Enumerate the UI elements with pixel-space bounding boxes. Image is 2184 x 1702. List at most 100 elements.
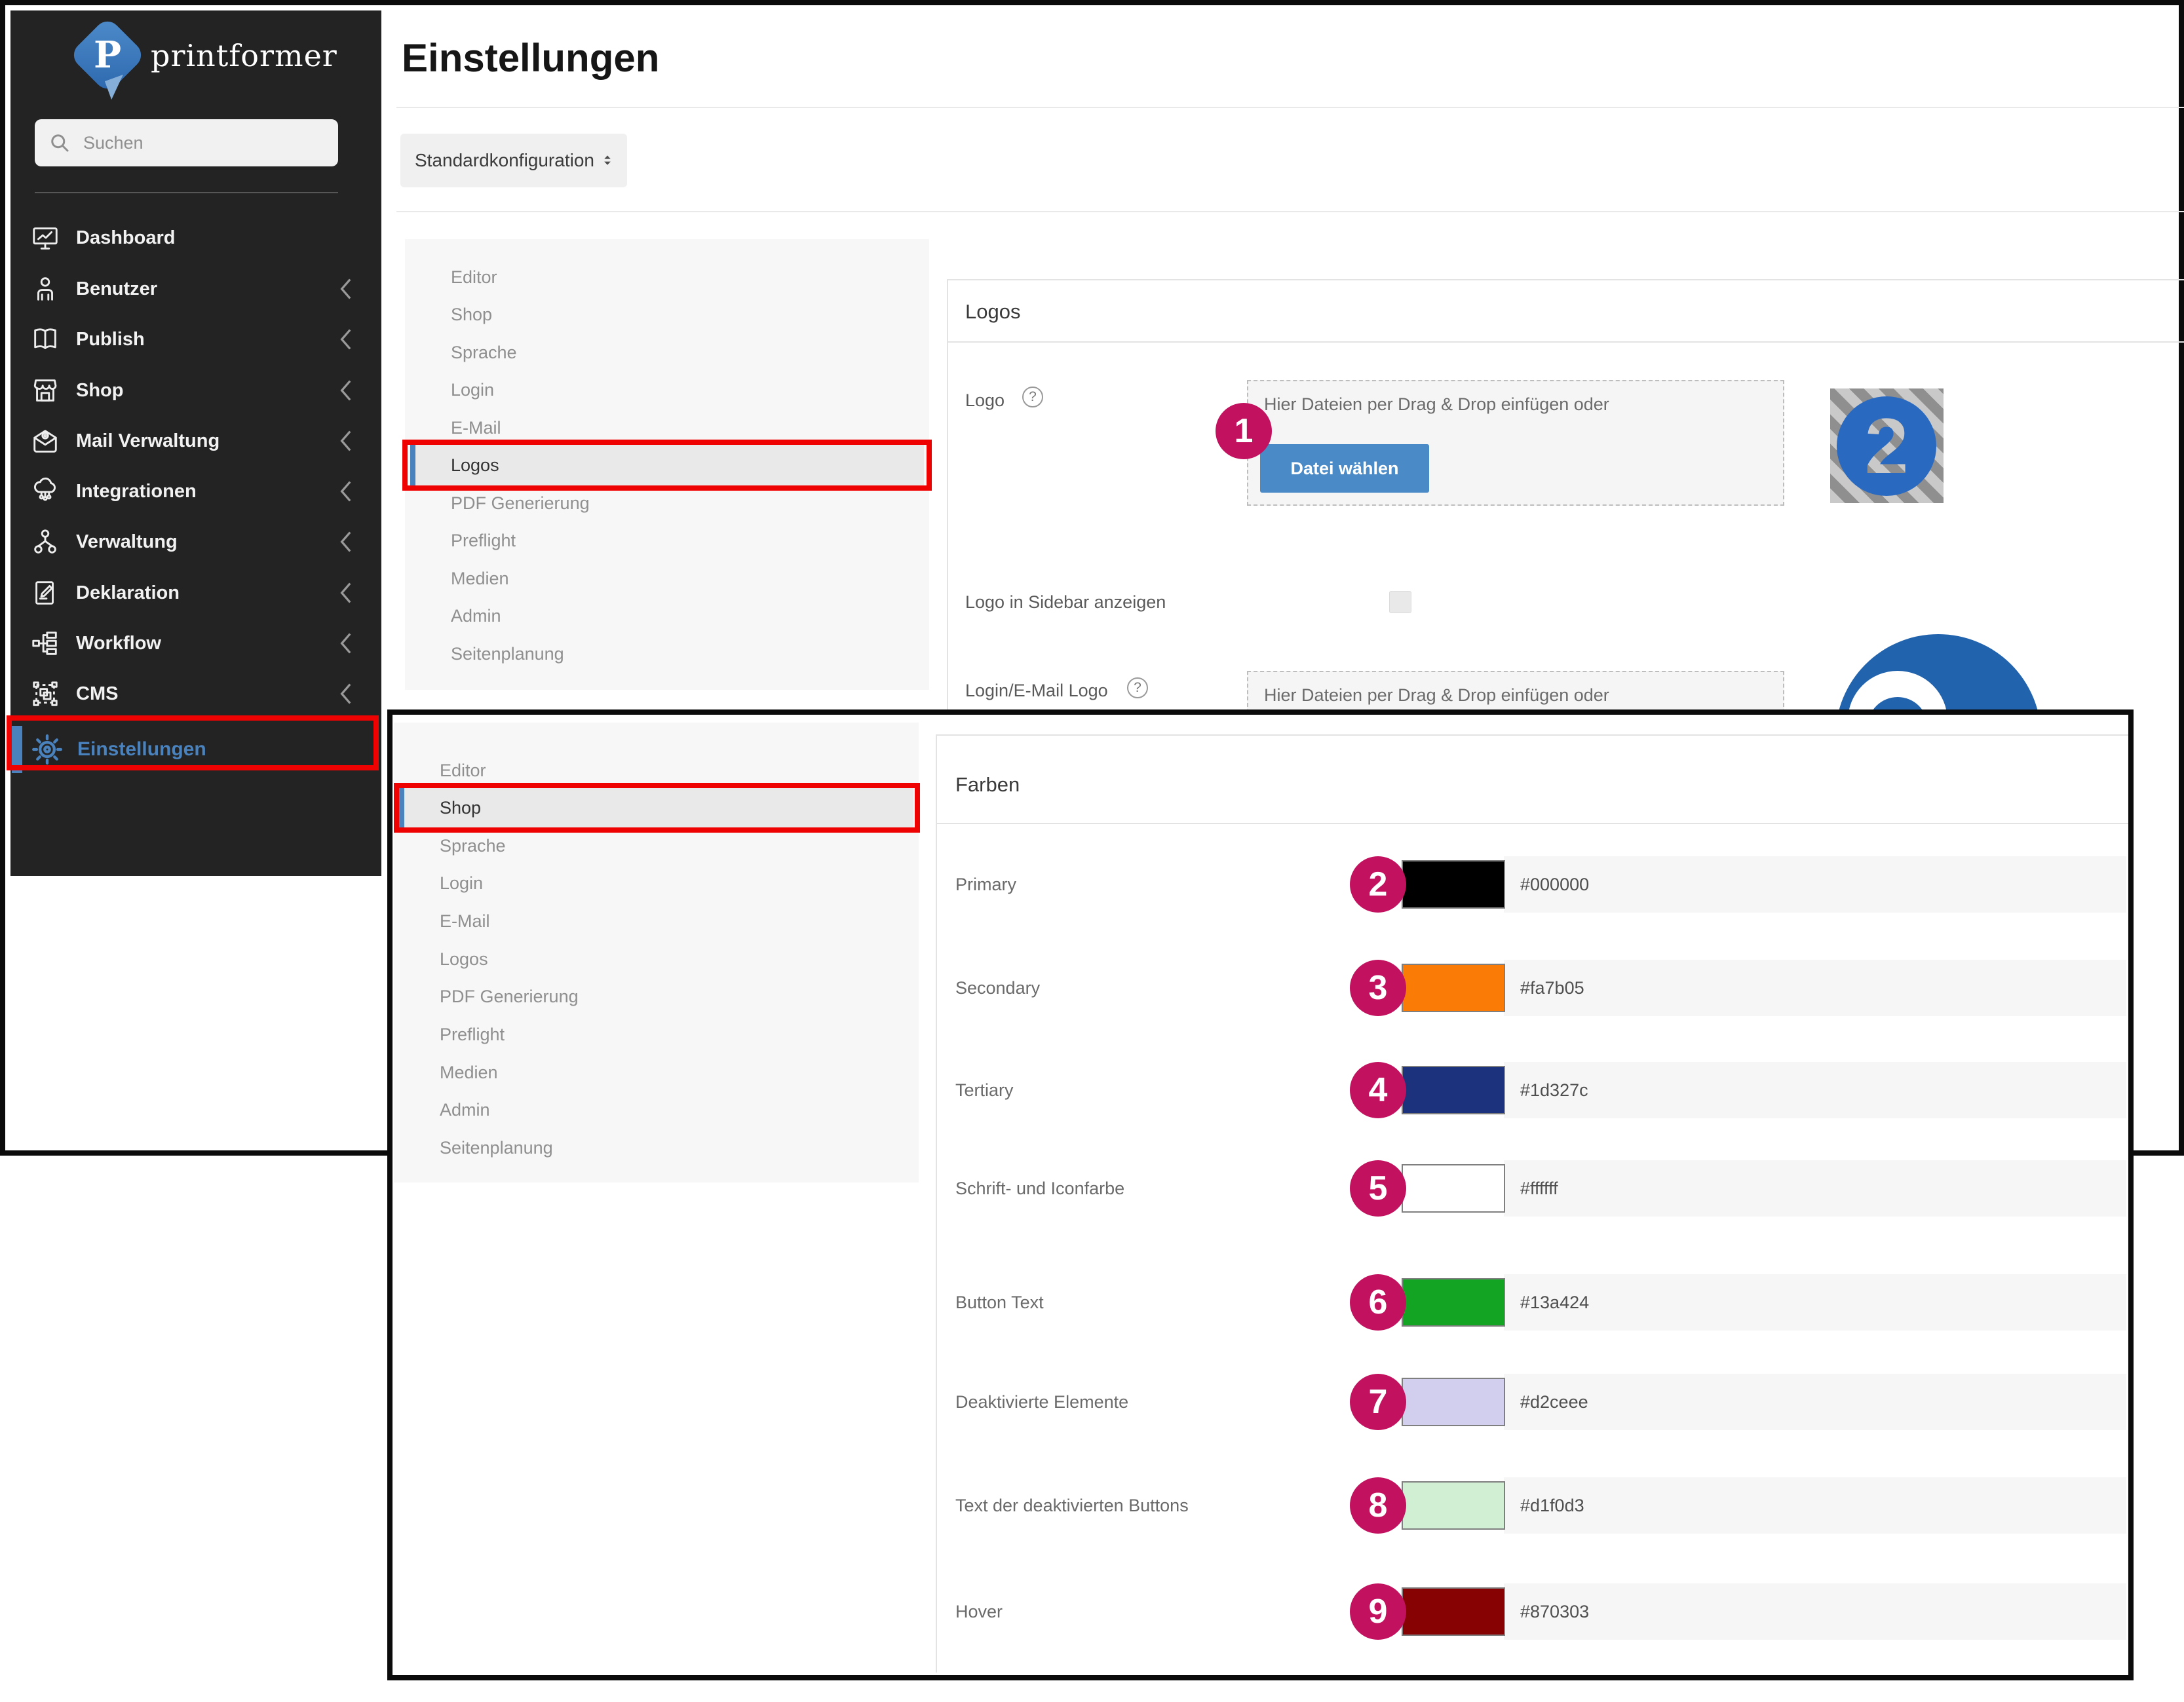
color-swatch[interactable]: [1402, 860, 1505, 909]
sidebar-item-shop[interactable]: Shop: [30, 372, 366, 409]
subnav-item-admin[interactable]: Admin: [394, 1093, 919, 1127]
subnav-item-sprache[interactable]: Sprache: [405, 335, 929, 369]
subnav-item-seitenplanung[interactable]: Seitenplanung: [394, 1131, 919, 1165]
subnav-item-preflight[interactable]: Preflight: [394, 1017, 919, 1051]
sidebar-item-integrationen[interactable]: Integrationen: [30, 473, 366, 510]
subnav-item-login[interactable]: Login: [394, 866, 919, 900]
color-row-primary: Primary #000000 2: [936, 854, 2126, 915]
subnav-item-seitenplanung[interactable]: Seitenplanung: [405, 637, 929, 671]
color-hex-field[interactable]: [1504, 1477, 2126, 1534]
brand-name: printformer: [151, 38, 337, 73]
color-swatch[interactable]: [1402, 1587, 1505, 1636]
subnav-item-email[interactable]: E-Mail: [405, 411, 929, 445]
book-icon: [30, 324, 60, 354]
sidebar-item-label: Einstellungen: [77, 738, 206, 761]
sidebar-item-cms[interactable]: CMS: [30, 675, 366, 712]
logo-glyph: 2: [1865, 401, 1909, 491]
cloud-icon: [30, 476, 60, 506]
page-title: Einstellungen: [402, 35, 659, 81]
toolbar-divider: [396, 211, 2184, 212]
gear-icon: [30, 732, 64, 766]
subnav-item-label: Logos: [451, 455, 499, 476]
sidebar-item-mail-verwaltung[interactable]: Mail Verwaltung: [30, 423, 366, 459]
subnav-item-editor[interactable]: Editor: [405, 260, 929, 294]
config-select[interactable]: Standardkonfiguration: [400, 134, 627, 187]
subnav-item-email[interactable]: E-Mail: [394, 904, 919, 938]
color-swatch[interactable]: [1402, 1378, 1505, 1426]
dropzone-hint: Hier Dateien per Drag & Drop einfügen od…: [1264, 685, 1609, 706]
sort-arrows-icon: [602, 151, 613, 170]
sidebar-item-label: Integrationen: [76, 481, 197, 502]
farben-card-title: Farben: [955, 773, 1020, 797]
logos-card-top-border: [947, 279, 2184, 280]
sidebar-item-workflow[interactable]: Workflow: [30, 625, 366, 662]
color-swatch[interactable]: [1402, 1164, 1505, 1213]
color-hex-field[interactable]: [1504, 1160, 2126, 1217]
sidebar-divider: [35, 192, 338, 193]
sidebar-item-publish[interactable]: Publish: [30, 321, 366, 358]
subnav-item-medien[interactable]: Medien: [405, 561, 929, 596]
subnav-item-editor[interactable]: Editor: [394, 753, 919, 787]
color-hex-field[interactable]: [1504, 960, 2126, 1016]
subnav-item-shop[interactable]: Shop: [405, 297, 929, 331]
sidebar-search[interactable]: [35, 119, 338, 166]
color-row-schrift-iconfarbe: Schrift- und Iconfarbe #ffffff 5: [936, 1158, 2126, 1219]
chevron-left-icon: [337, 581, 354, 605]
logo-field-label: Logo: [965, 390, 1005, 411]
annotation-badge-7: 7: [1350, 1374, 1406, 1430]
annotation-badge-9: 9: [1350, 1583, 1406, 1640]
sidebar-item-einstellungen[interactable]: Einstellungen: [10, 725, 381, 774]
color-label: Text der deaktivierten Buttons: [955, 1475, 1189, 1536]
sidebar-item-benutzer[interactable]: Benutzer: [30, 271, 366, 307]
sidebar-item-verwaltung[interactable]: Verwaltung: [30, 523, 366, 560]
logos-card-header-divider: [947, 341, 2184, 343]
sidebar-item-label: Dashboard: [76, 227, 175, 249]
color-swatch[interactable]: [1402, 964, 1505, 1012]
subnav-item-sprache[interactable]: Sprache: [394, 829, 919, 863]
color-hex-value: #ffffff: [1520, 1158, 1558, 1219]
help-icon[interactable]: ?: [1022, 387, 1043, 407]
color-hex-field[interactable]: [1504, 1583, 2126, 1640]
color-row-text-deaktivierte-buttons: Text der deaktivierten Buttons #d1f0d3 8: [936, 1475, 2126, 1536]
color-hex-field[interactable]: [1504, 856, 2126, 913]
color-hex-value: #13a424: [1520, 1272, 1589, 1333]
choose-file-button[interactable]: Datei wählen: [1260, 444, 1429, 493]
subnav-item-logos[interactable]: Logos: [394, 942, 919, 976]
chevron-left-icon: [337, 530, 354, 554]
subnav-item-admin[interactable]: Admin: [405, 599, 929, 633]
sidebar-logo-checkbox[interactable]: [1389, 591, 1411, 613]
screenshot-root: P printformer Dashboard: [0, 0, 2184, 1702]
color-label: Schrift- und Iconfarbe: [955, 1158, 1124, 1219]
subnav-item-preflight[interactable]: Preflight: [405, 523, 929, 558]
subnav-item-medien[interactable]: Medien: [394, 1055, 919, 1089]
color-hex-field[interactable]: [1504, 1374, 2126, 1430]
search-input[interactable]: [83, 133, 319, 153]
subnav-item-logos-active[interactable]: Logos: [410, 445, 924, 485]
subnav-item-pdf[interactable]: PDF Generierung: [405, 486, 929, 520]
color-row-deaktivierte-elemente: Deaktivierte Elemente #d2ceee 7: [936, 1372, 2126, 1432]
subnav-item-pdf[interactable]: PDF Generierung: [394, 979, 919, 1013]
color-swatch[interactable]: [1402, 1278, 1505, 1327]
sidebar-item-deklaration[interactable]: Deklaration: [30, 575, 366, 611]
chevron-left-icon: [337, 480, 354, 503]
color-swatch[interactable]: [1402, 1481, 1505, 1530]
logos-card-title: Logos: [965, 300, 1020, 324]
logo-preview-image: 2: [1830, 388, 1944, 503]
sidebar-item-label: Deklaration: [76, 582, 180, 604]
sidebar-item-dashboard[interactable]: Dashboard: [30, 219, 366, 256]
document-icon: [30, 578, 60, 608]
subnav-item-login[interactable]: Login: [405, 373, 929, 407]
users-icon: [30, 274, 60, 304]
chevron-left-icon: [337, 379, 354, 402]
color-swatch[interactable]: [1402, 1066, 1505, 1114]
color-hex-field[interactable]: [1504, 1062, 2126, 1118]
color-hex-field[interactable]: [1504, 1274, 2126, 1331]
login-logo-label: Login/E-Mail Logo: [965, 681, 1108, 701]
color-hex-value: #870303: [1520, 1581, 1589, 1642]
subnav-item-shop-active[interactable]: Shop: [399, 788, 913, 827]
color-label: Tertiary: [955, 1060, 1014, 1120]
subnav-item-label: Shop: [440, 798, 481, 818]
color-row-secondary: Secondary #fa7b05 3: [936, 958, 2126, 1018]
color-label: Hover: [955, 1581, 1003, 1642]
help-icon[interactable]: ?: [1127, 677, 1148, 698]
